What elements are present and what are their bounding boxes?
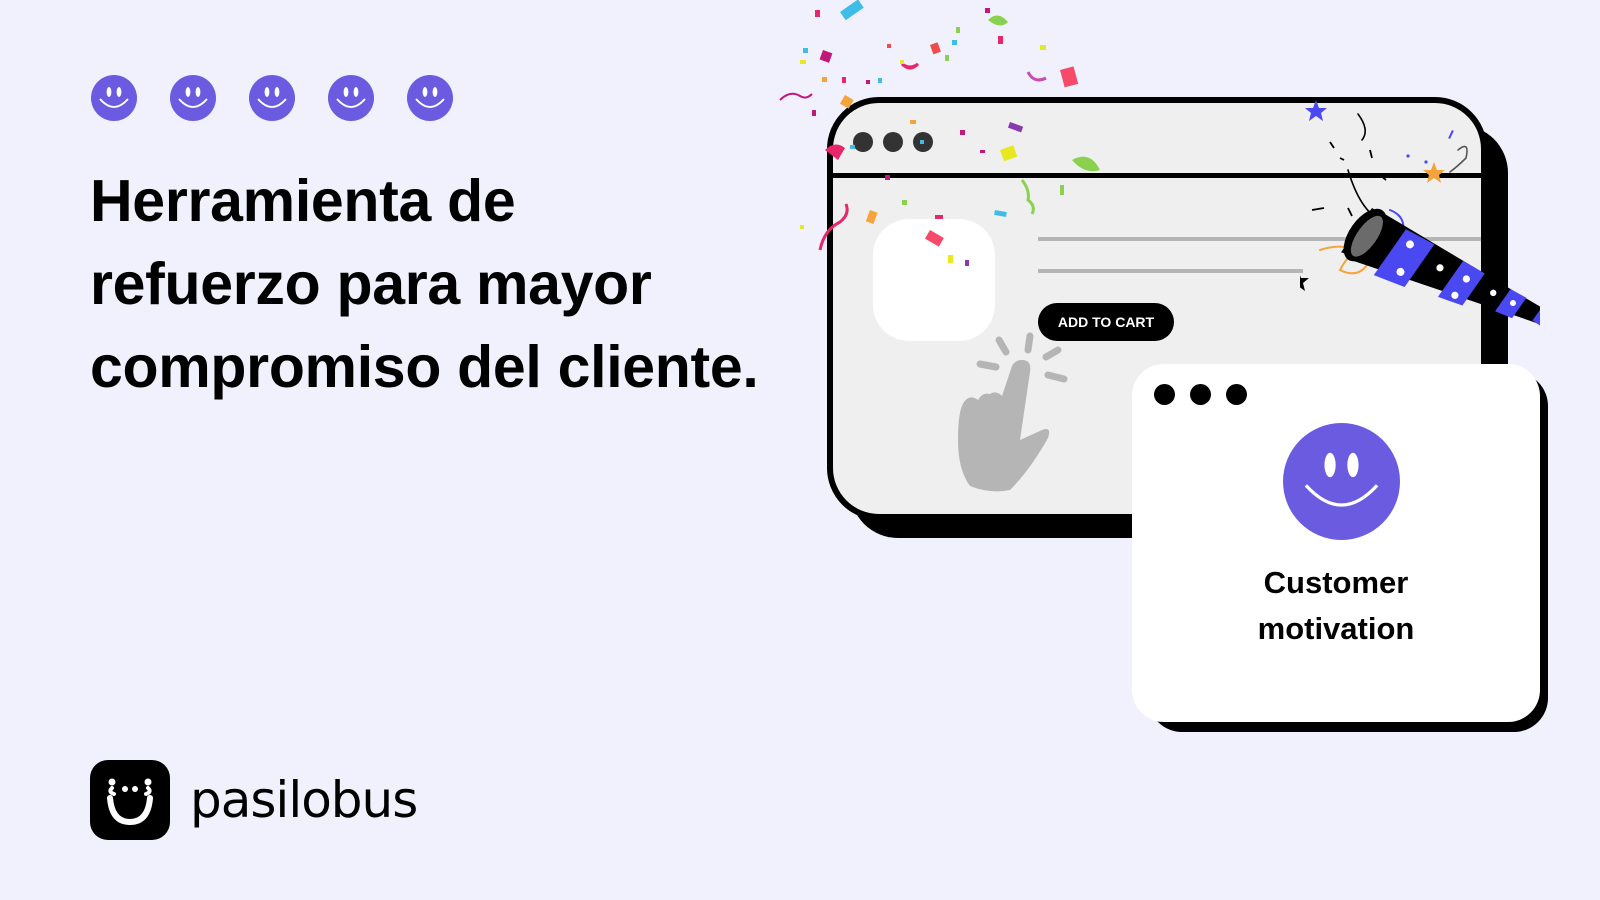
party-popper-icon <box>1300 100 1540 330</box>
smiley-face-icon <box>407 75 453 121</box>
pasilobus-logo-icon <box>90 760 170 840</box>
motivation-card-title: Customer motivation <box>1132 560 1540 652</box>
headline: Herramienta de refuerzo para mayor compr… <box>90 160 759 409</box>
motivation-card: Customer motivation <box>1132 364 1540 722</box>
brand-name: pasilobus <box>190 771 418 829</box>
window-control-dot <box>1226 384 1247 405</box>
brand-logo-lockup: pasilobus <box>90 760 418 840</box>
headline-line: Herramienta de <box>90 168 516 234</box>
pointing-hand-icon <box>958 332 1068 492</box>
confetti-icon <box>779 0 1100 266</box>
window-control-dot <box>1190 384 1211 405</box>
headline-line: refuerzo para mayor <box>90 251 652 317</box>
smiley-face-icon <box>170 75 216 121</box>
card-title-line: Customer <box>1263 565 1409 600</box>
smiley-face-icon <box>1283 423 1400 540</box>
headline-line: compromiso del cliente. <box>90 334 759 400</box>
smiley-face-icon <box>91 75 137 121</box>
rating-smileys <box>91 75 453 121</box>
smiley-face-icon <box>249 75 295 121</box>
window-control-dot <box>1154 384 1175 405</box>
card-title-line: motivation <box>1257 611 1415 646</box>
smiley-face-icon <box>328 75 374 121</box>
